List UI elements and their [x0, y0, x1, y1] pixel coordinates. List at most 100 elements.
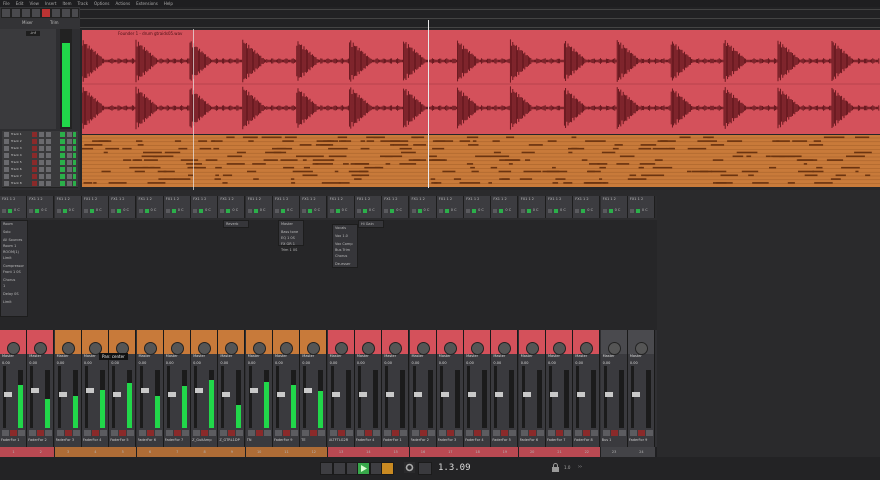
fx-bypass-button[interactable]: [165, 209, 170, 213]
fx-active-button[interactable]: [253, 209, 258, 213]
midi-note[interactable]: [253, 178, 259, 180]
fx-active-button[interactable]: [390, 209, 395, 213]
midi-note[interactable]: [865, 174, 871, 177]
midi-note[interactable]: [638, 147, 652, 150]
solo-button[interactable]: [618, 430, 626, 436]
solo-button[interactable]: [46, 167, 51, 172]
track-name[interactable]: Track 5: [11, 160, 22, 164]
midi-note[interactable]: [158, 178, 166, 180]
grid-button[interactable]: [51, 8, 61, 18]
strip-name[interactable]: FaderFor 5: [110, 438, 134, 442]
midi-note[interactable]: [187, 166, 206, 169]
midi-note[interactable]: [638, 166, 642, 169]
record-arm-button[interactable]: [41, 8, 51, 18]
midi-note[interactable]: [506, 136, 515, 139]
menu-item[interactable]: Insert: [42, 0, 59, 7]
midi-note[interactable]: [435, 140, 446, 142]
midi-note[interactable]: [697, 140, 717, 142]
strip-name[interactable]: FaderFor 6: [520, 438, 544, 442]
mixer-channel-strip[interactable]: Master 0.00 FaderFor 9: [627, 330, 655, 447]
fx-active-button[interactable]: [362, 209, 367, 213]
strip-name[interactable]: Z_GuitAmp: [192, 438, 216, 442]
mute-button[interactable]: [39, 153, 44, 158]
mixer-channel-strip[interactable]: Master 0.00 Bus 1: [600, 330, 628, 447]
fx-bypass-button[interactable]: [56, 209, 61, 213]
fx-insert-slot[interactable]: FX1 1 2 0 C: [627, 196, 655, 218]
volume-fader-handle[interactable]: [495, 392, 504, 398]
midi-note[interactable]: [292, 170, 313, 173]
fx-button[interactable]: [60, 181, 65, 186]
solo-button[interactable]: [46, 160, 51, 165]
midi-note[interactable]: [855, 136, 870, 139]
solo-button[interactable]: [591, 430, 599, 436]
solo-button[interactable]: [564, 430, 571, 436]
envelope-button[interactable]: [67, 174, 72, 179]
fx-active-button[interactable]: [117, 209, 122, 213]
record-arm-button[interactable]: [146, 430, 154, 436]
volume-fader-track[interactable]: [112, 366, 122, 428]
volume-fader-track[interactable]: [276, 366, 285, 428]
midi-note[interactable]: [814, 182, 833, 184]
record-arm-button[interactable]: [310, 430, 318, 436]
midi-note[interactable]: [302, 159, 307, 161]
midi-note[interactable]: [585, 182, 606, 184]
volume-fader-track[interactable]: [385, 366, 395, 428]
fx-active-button[interactable]: [35, 209, 40, 213]
record-arm-button[interactable]: [91, 430, 99, 436]
midi-note[interactable]: [453, 178, 462, 180]
solo-button[interactable]: [181, 430, 189, 436]
midi-note[interactable]: [302, 174, 318, 177]
midi-note[interactable]: [174, 140, 182, 142]
solo-button[interactable]: [263, 430, 271, 436]
fx-insert-slot[interactable]: FX1 1 2 0 C: [436, 196, 464, 218]
volume-fader-handle[interactable]: [140, 387, 149, 393]
midi-note[interactable]: [712, 159, 724, 161]
midi-note[interactable]: [276, 147, 287, 150]
midi-note[interactable]: [364, 166, 381, 169]
strip-name[interactable]: TN: [247, 438, 271, 442]
midi-note[interactable]: [488, 182, 492, 184]
rewind-button[interactable]: [333, 462, 346, 475]
vocals-sends-panel[interactable]: Vocals Vox 1.0 Vox Comp Bus Trim Chorus De-es…: [332, 224, 358, 268]
solo-button[interactable]: [127, 430, 135, 436]
midi-note[interactable]: [84, 144, 103, 146]
fx-bypass-button[interactable]: [493, 209, 498, 213]
midi-note[interactable]: [222, 174, 233, 177]
mute-button[interactable]: [493, 430, 501, 436]
midi-note[interactable]: [263, 159, 278, 161]
mute-button[interactable]: [39, 160, 44, 165]
solo-button[interactable]: [291, 430, 298, 436]
midi-note[interactable]: [328, 147, 348, 150]
midi-note[interactable]: [103, 151, 108, 154]
trim-mode-label[interactable]: Trim: [50, 20, 59, 25]
midi-note[interactable]: [475, 155, 491, 158]
midi-note[interactable]: [769, 166, 777, 169]
strip-name[interactable]: FaderFor 7: [165, 438, 189, 442]
midi-note[interactable]: [813, 140, 821, 142]
midi-note[interactable]: [328, 155, 347, 158]
fx-insert-slot[interactable]: FX1 1 2 0 C: [163, 196, 191, 218]
midi-note[interactable]: [430, 159, 441, 161]
menu-item[interactable]: Help: [161, 0, 176, 7]
fx-insert-slot[interactable]: FX1 1 2 0 C: [600, 196, 628, 218]
panel-line[interactable]: De-esser: [333, 261, 357, 267]
track-number-cell[interactable]: 14: [354, 447, 382, 457]
midi-note[interactable]: [687, 147, 707, 150]
midi-note[interactable]: [614, 144, 623, 146]
midi-note[interactable]: [236, 151, 246, 154]
midi-note[interactable]: [141, 155, 163, 158]
mute-button[interactable]: [438, 430, 446, 436]
fx-bypass-button[interactable]: [520, 209, 525, 213]
mixer-channel-strip[interactable]: Master 0.00 FaderFor 7: [546, 330, 573, 447]
midi-note[interactable]: [581, 159, 588, 161]
midi-note[interactable]: [835, 174, 846, 177]
midi-note[interactable]: [226, 163, 245, 165]
solo-button[interactable]: [536, 430, 544, 436]
mixer-channel-strip[interactable]: Master 0.00 FaderFor 4: [464, 330, 492, 447]
midi-note[interactable]: [732, 155, 744, 158]
mute-button[interactable]: [2, 430, 9, 436]
fx-active-button[interactable]: [417, 209, 422, 213]
volume-fader-handle[interactable]: [58, 392, 67, 398]
midi-note[interactable]: [210, 140, 223, 142]
strip-name[interactable]: FaderFor 5: [492, 438, 516, 442]
